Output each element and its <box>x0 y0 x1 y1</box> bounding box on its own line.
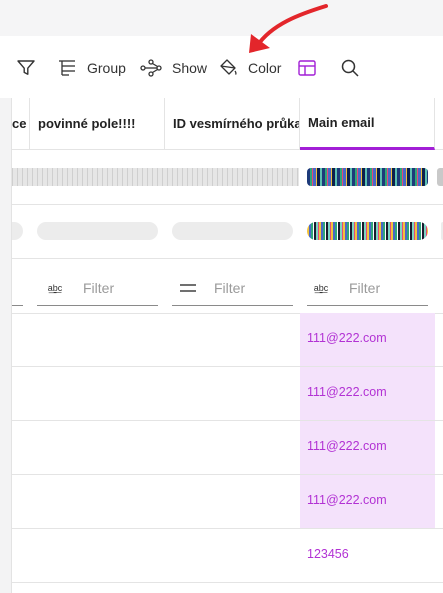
table-layout-icon <box>298 60 316 76</box>
row-divider <box>12 204 443 205</box>
show-icon <box>140 59 162 77</box>
filter-placeholder: Filter <box>214 279 246 296</box>
text-type-icon: a͟b͟c <box>313 282 329 293</box>
column-header-label: ID vesmírného průkazu <box>173 116 299 131</box>
filter-input[interactable]: a͟b͟c Filter <box>37 270 158 306</box>
column-header-label: Main email <box>308 115 375 130</box>
main-email-cell[interactable]: 111@222.com <box>307 439 387 453</box>
annotation-arrow-icon <box>249 4 328 53</box>
main-email-cell[interactable]: 111@222.com <box>307 331 387 345</box>
group-icon <box>59 60 75 76</box>
table-row <box>12 528 443 529</box>
main-email-cell[interactable]: 123456 <box>307 547 349 561</box>
row-divider <box>12 258 443 259</box>
column-header-label: povinné pole!!!! <box>38 116 136 131</box>
stat-pill <box>12 222 23 240</box>
top-strip <box>0 0 443 36</box>
color-label: Color <box>248 60 282 76</box>
table-row <box>12 366 443 367</box>
value-distribution-bar <box>12 168 299 186</box>
text-type-icon: a͟b͟c <box>47 282 63 293</box>
column-header-label: ce <box>12 116 27 131</box>
stat-pill <box>172 222 293 240</box>
equals-icon <box>178 283 198 293</box>
main-email-cell[interactable]: 111@222.com <box>307 385 387 399</box>
toolbar: Group Show Color <box>0 36 443 98</box>
group-button[interactable]: Group <box>57 56 126 80</box>
column-header-povinne-pole[interactable]: povinné pole!!!! <box>30 98 165 150</box>
filter-input[interactable] <box>12 270 23 306</box>
main-email-cell[interactable]: 111@222.com <box>307 493 387 507</box>
group-label: Group <box>87 60 126 76</box>
value-distribution-bar <box>307 168 428 186</box>
show-button[interactable]: Show <box>140 56 207 80</box>
filter-input[interactable]: Filter <box>172 270 293 306</box>
show-label: Show <box>172 60 208 76</box>
table-row <box>12 582 443 583</box>
column-header-id-vesmirneho-prukazu[interactable]: ID vesmírného průkazu <box>165 98 300 150</box>
filter-placeholder: Filter <box>349 279 381 296</box>
funnel-icon <box>17 60 35 75</box>
search-button[interactable] <box>340 56 360 80</box>
table-row <box>12 474 443 475</box>
filter-button[interactable] <box>16 56 36 80</box>
paint-bucket-icon <box>220 59 237 75</box>
value-distribution-bar <box>437 168 443 186</box>
stat-distribution-pill <box>307 222 428 240</box>
column-header-main-email[interactable]: Main email <box>300 98 435 150</box>
search-icon <box>341 59 359 77</box>
table-row <box>12 420 443 421</box>
column-header-ce[interactable]: ce <box>12 98 30 150</box>
stat-pill <box>37 222 158 240</box>
filter-input[interactable]: a͟b͟c Filter <box>307 270 428 306</box>
row-gutter <box>0 98 12 593</box>
column-header-next[interactable] <box>435 98 443 150</box>
filter-placeholder: Filter <box>83 279 115 296</box>
